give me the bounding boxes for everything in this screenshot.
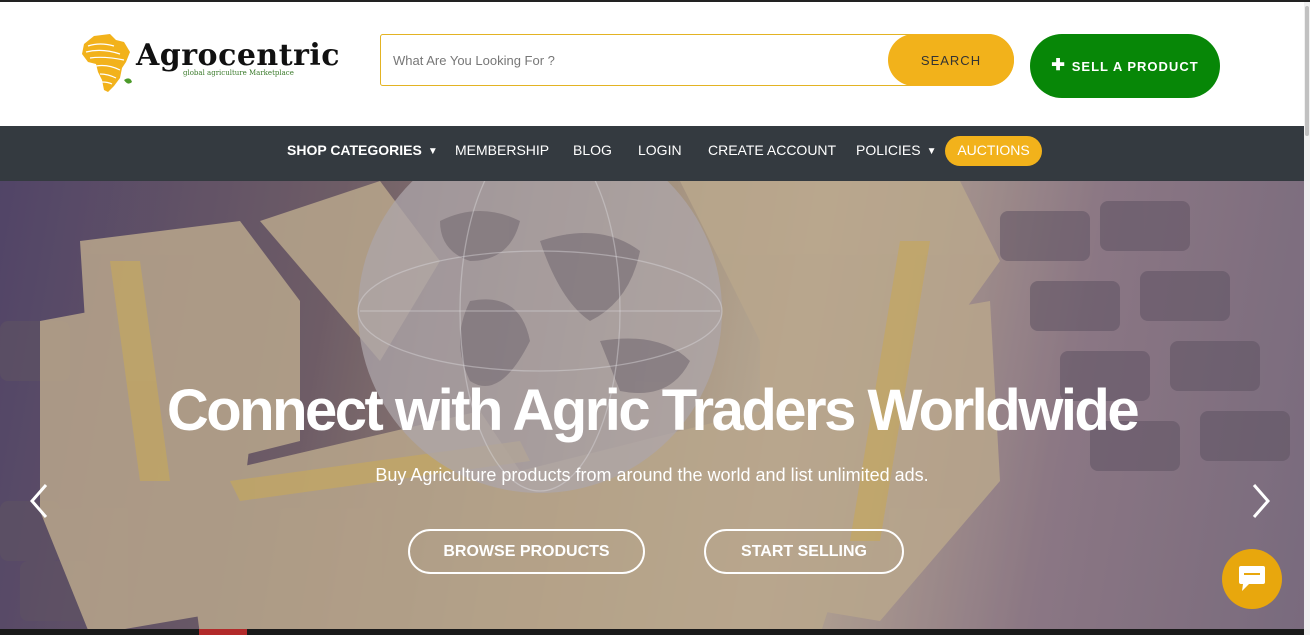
nav-label: LOGIN <box>638 142 682 158</box>
nav-label: SHOP CATEGORIES <box>287 142 422 158</box>
nav-policies[interactable]: POLICIES ▼ <box>856 126 937 181</box>
chat-widget-button[interactable] <box>1222 549 1282 609</box>
search-button[interactable]: SEARCH <box>888 34 1014 86</box>
plus-icon: ✚ <box>1051 57 1066 74</box>
nav-create-account[interactable]: CREATE ACCOUNT <box>708 126 836 181</box>
hero-carousel: Connect with Agric Traders Worldwide Buy… <box>0 181 1304 635</box>
logo-tagline: global agriculture Marketplace <box>183 69 294 77</box>
sell-product-label: SELL A PRODUCT <box>1071 58 1199 74</box>
search-bar: SEARCH <box>380 34 1014 86</box>
nav-membership[interactable]: MEMBERSHIP <box>455 126 549 181</box>
africa-map-icon <box>82 34 132 92</box>
site-header: Agrocentric global agriculture Marketpla… <box>0 2 1304 126</box>
nav-shop-categories[interactable]: SHOP CATEGORIES ▼ <box>287 126 438 181</box>
chevron-down-icon: ▼ <box>427 146 438 157</box>
nav-label: MEMBERSHIP <box>455 142 550 158</box>
nav-login[interactable]: LOGIN <box>638 126 682 181</box>
chat-bubble-icon <box>1239 566 1265 591</box>
chevron-right-icon[interactable] <box>1248 481 1274 529</box>
chevron-left-icon[interactable] <box>26 481 52 529</box>
nav-label: POLICIES <box>856 142 921 158</box>
search-input[interactable] <box>393 35 883 85</box>
chevron-down-icon: ▼ <box>926 146 937 157</box>
hero-title: Connect with Agric Traders Worldwide <box>166 378 1140 443</box>
nav-label: BLOG <box>573 142 612 158</box>
nav-auctions[interactable]: AUCTIONS <box>945 136 1042 166</box>
carousel-indicator-strip <box>0 629 1304 635</box>
main-navbar: SHOP CATEGORIES ▼ MEMBERSHIP BLOG LOGIN C… <box>0 126 1304 181</box>
start-selling-button[interactable]: START SELLING <box>704 529 904 574</box>
nav-blog[interactable]: BLOG <box>573 126 612 181</box>
nav-label: CREATE ACCOUNT <box>708 142 837 158</box>
site-logo[interactable]: Agrocentric global agriculture Marketpla… <box>80 32 340 98</box>
carousel-indicator-active[interactable] <box>199 629 247 635</box>
page-scrollbar[interactable] <box>1304 2 1310 635</box>
scrollbar-thumb[interactable] <box>1305 6 1309 136</box>
hero-subtitle: Buy Agriculture products from around the… <box>375 465 929 485</box>
logo-wordmark: Agrocentric <box>136 38 341 73</box>
browse-products-button[interactable]: BROWSE PRODUCTS <box>408 529 645 574</box>
sell-product-button[interactable]: ✚ SELL A PRODUCT <box>1030 34 1220 98</box>
